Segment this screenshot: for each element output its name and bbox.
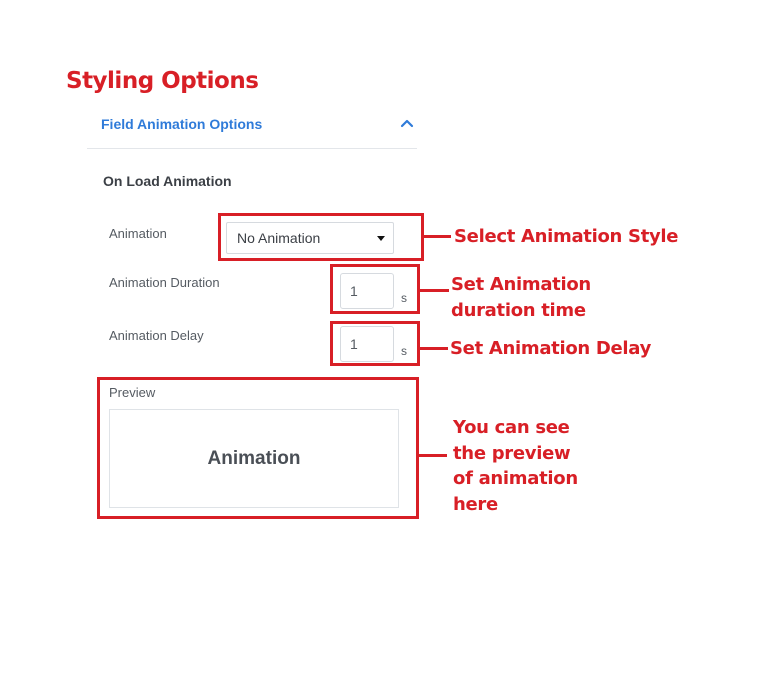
annotation-delay: Set Animation Delay [450, 338, 652, 359]
highlight-box-preview [97, 377, 419, 519]
animation-delay-label: Animation Delay [109, 328, 204, 343]
divider [87, 148, 417, 149]
annotation-select-style: Select Animation Style [454, 226, 679, 247]
annotation-title: Styling Options [66, 68, 259, 94]
annotation-preview: You can see the preview of animation her… [453, 417, 578, 515]
leader-line [424, 235, 451, 238]
highlight-box-delay [330, 321, 420, 366]
animation-duration-label: Animation Duration [109, 275, 220, 290]
annotation-duration: Set Animation duration time [451, 274, 591, 321]
chevron-up-icon[interactable] [398, 114, 416, 132]
highlight-box-animation-select [218, 213, 424, 261]
highlight-box-duration [330, 264, 420, 314]
leader-line [420, 289, 449, 292]
leader-line [420, 347, 448, 350]
field-animation-options-header[interactable]: Field Animation Options [101, 116, 262, 132]
animation-label: Animation [109, 226, 167, 241]
on-load-animation-heading: On Load Animation [103, 173, 232, 189]
leader-line [419, 454, 447, 457]
